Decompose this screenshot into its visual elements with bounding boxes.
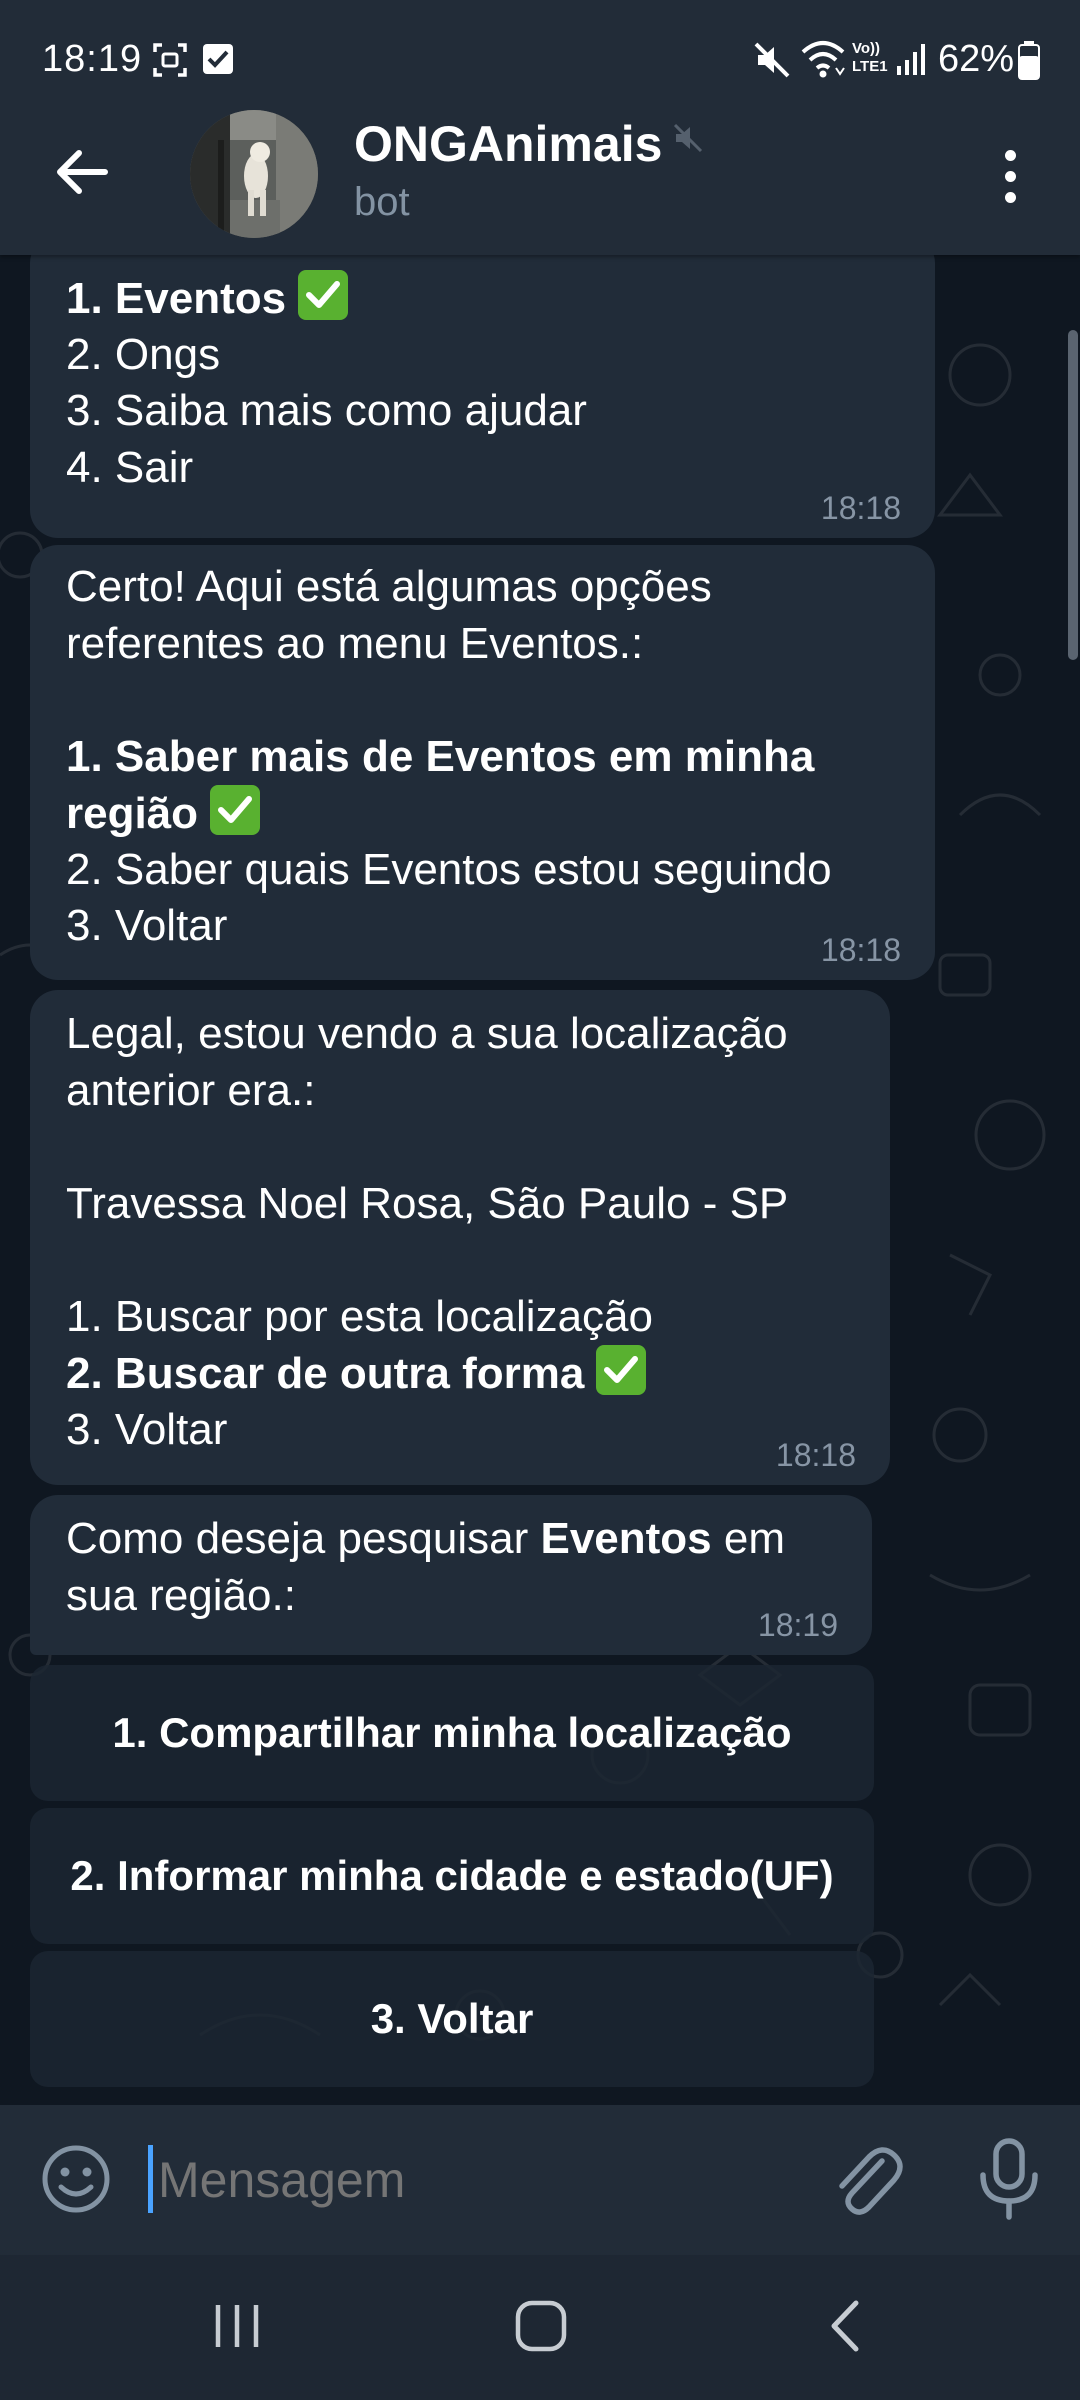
chat-title[interactable]: ONGAnimais [354,115,662,173]
telegram-chat-screen: 18:19 Vo)) LTE1 62% ONGAnimais bot 1. Ev… [0,0,1080,2400]
message-input[interactable] [156,2150,800,2210]
back-arrow-icon [57,150,108,194]
message-line: 3. Voltar [66,1404,228,1454]
message-line: 4. Sair [66,442,194,492]
microphone-button[interactable] [976,2137,1042,2226]
mute-icon [752,40,792,85]
status-time: 18:19 [42,38,143,80]
message-line: Legal, estou vendo a sua localização [66,1009,788,1058]
message-line: 2. Saber quais Eventos estou seguindo [66,844,832,894]
back-icon [831,2300,859,2352]
home-button[interactable] [514,2299,568,2358]
message-bubble-1: 1. Eventos 2. Ongs 3. Saiba mais como aj… [30,255,935,538]
microphone-icon [980,2138,1038,2220]
message-line: Travessa Noel Rosa, São Paulo - SP [66,1178,789,1228]
checkbox-notification-icon [202,42,234,81]
mute-icon [672,122,704,159]
message-time: 18:19 [757,1607,838,1643]
message-input-bar [0,2105,1080,2255]
chat-area[interactable]: 1. Eventos 2. Ongs 3. Saiba mais como aj… [0,255,1080,2105]
dog-photo [190,110,318,238]
screenshot-icon [152,42,188,83]
check-mark-emoji-icon [298,270,349,320]
battery-percent: 62% [938,38,1015,80]
back-button[interactable] [40,130,124,214]
message-line: anterior era.: [66,1065,316,1115]
option-inform-city-button[interactable]: 2. Informar minha cidade e estado(UF) [30,1808,874,1944]
more-options-button[interactable] [980,136,1040,216]
option-back-button[interactable]: 3. Voltar [30,1951,874,2087]
message-line: Certo! Aqui está algumas opções [66,562,712,611]
message-bubble-2: Certo! Aqui está algumas opções referent… [30,545,935,980]
more-vert-icon [1004,149,1016,161]
option-share-location-button[interactable]: 1. Compartilhar minha localização [30,1665,874,1801]
message-line: 2. Buscar de outra forma [66,1345,854,1402]
scrollbar-thumb[interactable] [1068,330,1078,660]
home-icon [515,2300,567,2352]
top-bar: 18:19 Vo)) LTE1 62% ONGAnimais bot [0,0,1080,255]
signal-icon [896,42,928,81]
recent-apps-icon [215,2305,259,2347]
check-mark-emoji-icon [210,785,261,835]
message-bubble-3: Legal, estou vendo a sua localização ant… [30,990,890,1485]
attach-icon [839,2147,903,2215]
message-time: 18:18 [820,490,901,526]
check-mark-emoji-icon [596,1345,647,1395]
message-bubble-4: Como deseja pesquisar Eventos em sua reg… [30,1495,872,1655]
avatar[interactable] [190,110,318,238]
message-line: 1. Eventos [66,270,899,327]
message-line: Como deseja pesquisar Eventos em [66,1514,786,1563]
message-line: 3. Voltar [66,901,228,950]
emoji-icon [42,2145,110,2213]
nav-back-button[interactable] [826,2299,862,2358]
attach-button[interactable] [828,2139,904,2224]
app-bar: ONGAnimais bot [0,100,1080,255]
message-line: sua região.: [66,1570,296,1620]
message-time: 18:18 [820,932,901,968]
wifi-icon [800,38,846,85]
message-time: 18:18 [775,1437,856,1473]
volte-icon: Vo)) LTE1 [852,40,888,75]
battery-icon [1018,40,1040,85]
navigation-bar [0,2255,1080,2400]
chat-subtitle: bot [354,180,410,224]
message-line: região [66,785,899,842]
message-line: 3. Saiba mais como ajudar [66,386,587,435]
message-line: 1. Saber mais de Eventos em minha [66,731,815,781]
message-line: referentes ao menu Eventos.: [66,618,644,668]
message-line: 2. Ongs [66,329,221,379]
recent-apps-button[interactable] [212,2301,262,2356]
text-cursor [148,2145,153,2213]
emoji-button[interactable] [40,2143,112,2220]
message-line: 1. Buscar por esta localização [66,1291,653,1341]
